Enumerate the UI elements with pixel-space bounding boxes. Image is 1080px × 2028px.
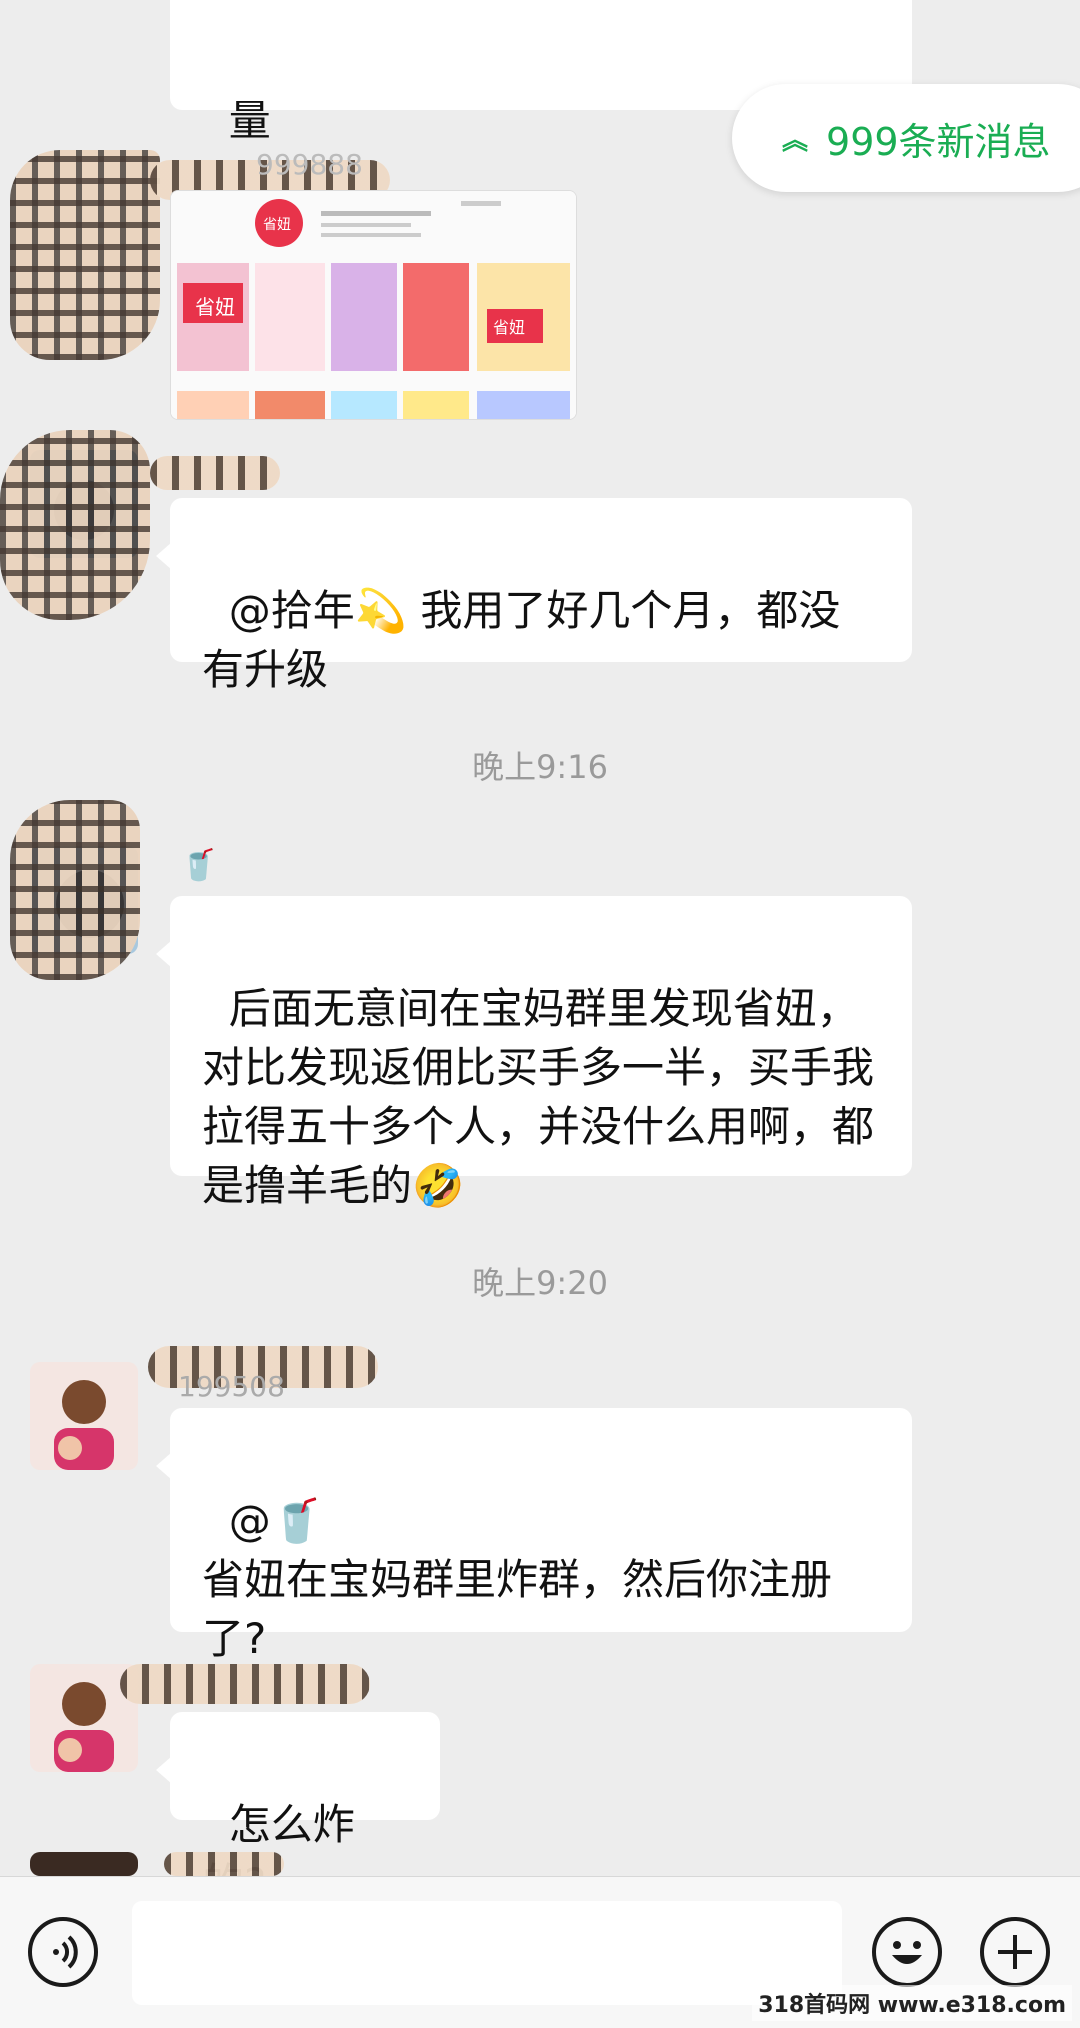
message-input[interactable] <box>132 1901 842 2005</box>
sender-name: 999888 <box>256 148 363 181</box>
tile-text: 省妞 <box>493 318 525 337</box>
message-text: 量 <box>228 96 271 145</box>
message-bubble[interactable]: 怎么炸的? <box>156 1712 440 1908</box>
logo-text: 省妞 <box>263 217 291 233</box>
avatar[interactable] <box>30 1852 138 1876</box>
timestamp: 晚上9:20 <box>472 1264 608 1302</box>
watermark: 318首码网 www.e318.com <box>752 1985 1072 2021</box>
message-text: @拾年💫 我用了好几个月，都没有升级 <box>202 586 841 694</box>
blurred-avatar <box>10 150 160 360</box>
voice-icon[interactable] <box>28 1917 98 1987</box>
plus-icon[interactable] <box>980 1917 1050 1987</box>
screenshot-thumbnail: 省妞 省妞 省妞 <box>171 191 576 419</box>
sender-name-emoji: 🥤 <box>180 848 218 883</box>
blurred-sender-name <box>120 1664 370 1704</box>
sender-name: 199508 <box>178 1370 285 1403</box>
shared-image[interactable]: 省妞 省妞 省妞 <box>170 190 577 420</box>
message-bubble[interactable]: 后面无意间在宝妈群里发现省妞，对比发现返佣比买手多一半，买手我拉得五十多个人，并… <box>156 896 912 1210</box>
emoji-icon[interactable] <box>872 1917 942 1987</box>
chevron-up-double-icon: ︽ <box>782 125 809 156</box>
timestamp: 晚上9:16 <box>472 748 608 786</box>
message-bubble[interactable]: @拾年💫 我用了好几个月，都没有升级 <box>156 498 912 694</box>
new-messages-label: 999条新消息 <box>826 119 1051 164</box>
new-messages-button[interactable]: ︽ 999条新消息 <box>732 84 1080 192</box>
message-bubble[interactable]: @🥤 省妞在宝妈群里炸群，然后你注册了? <box>156 1408 912 1663</box>
blurred-avatar <box>10 800 140 980</box>
blurred-sender-name <box>150 456 280 490</box>
blurred-avatar <box>0 430 150 620</box>
message-text: 后面无意间在宝妈群里发现省妞，对比发现返佣比买手多一半，买手我拉得五十多个人，并… <box>202 984 875 1210</box>
message-text: @🥤 省妞在宝妈群里炸群，然后你注册了? <box>202 1496 833 1663</box>
tile-text: 省妞 <box>195 295 235 319</box>
blurred-sender-name <box>164 1852 284 1876</box>
avatar[interactable] <box>30 1362 138 1470</box>
